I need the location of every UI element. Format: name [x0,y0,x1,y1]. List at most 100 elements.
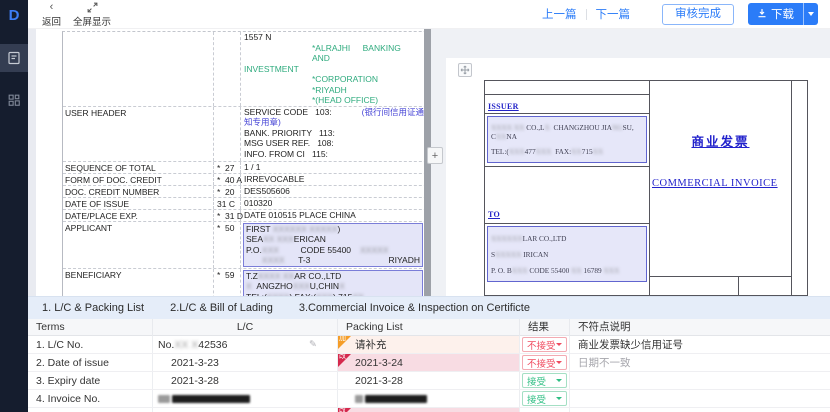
next-doc-link[interactable]: 下一篇 [596,6,631,22]
redacted-text [355,395,363,403]
lc-document: 1557 N*ALRAJHI BANKING ANDINVESTMENT*COR… [62,31,424,296]
topbar: ‹ 返回 全屏显示 上一篇 下一篇 审核完成 [28,0,830,29]
download-dropdown-button[interactable] [803,3,818,25]
lc-doc-field-label: FORM OF DOC. CREDIT [63,174,214,185]
result-select[interactable]: 不接受 [522,337,567,352]
lc-doc-field-value: 010320 [241,198,424,209]
form-document-icon [6,50,22,66]
field-text: IRREVOCABLE [243,174,424,185]
issuer-label: ISSUER [488,102,519,111]
packing-cell: 2021-3-28 [338,372,520,389]
fullscreen-icon [87,2,98,13]
invoice-issuer-box[interactable]: XXXX XX CO.,LX CHANGZHOU JIANGSU, CXXNAT… [487,116,647,163]
tab-2[interactable]: 2.L/C & Bill of Lading [170,302,273,314]
tab-3[interactable]: 3.Commercial Invoice & Inspection on Cer… [299,302,530,314]
lc-doc-field-label: DATE OF ISSUE [63,198,214,209]
packing-cell [338,390,520,407]
lc-doc-field-tag: * 27 [214,162,241,173]
term-cell: 3. Expiry date [28,372,153,389]
result-value: 不接受 [527,338,556,352]
invoice-to-cell: TO [485,167,649,224]
lc-cell: No.XX X42536 ✎ [153,336,338,353]
chevron-down-icon [556,343,562,346]
fullscreen-button[interactable]: 全屏显示 [73,2,111,28]
note-text: 日期不一致 [578,355,631,370]
lc-doc-row: SEQUENCE OF TOTAL* 271 / 1 [63,162,424,174]
lc-cell: 2021-3-23 [153,354,338,371]
redacted-text [365,395,427,403]
back-chevron-icon: ‹ [50,2,54,13]
table-row: 改 [28,408,830,412]
invoice-to-box[interactable]: XXXXXXLAR CO.,LTDSXXXXX IRICANP. O. BXXX… [487,226,647,282]
result-select[interactable]: 不接受 [522,355,567,370]
lc-document-pane[interactable]: 1557 N*ALRAJHI BANKING ANDINVESTMENT*COR… [36,29,424,296]
table-row: 2. Date of issue2021-3-23改2021-3-24不接受日期… [28,354,830,372]
highlighted-field[interactable]: T.ZXXXX XXAR CO.,LTDX ANGZHOXXXU,CHINXTE… [243,270,423,297]
column-header: 结果 [520,319,570,336]
chevron-down-icon [556,379,562,382]
invoice-title-en: COMMERCIAL INVOICE [650,178,791,189]
invoice-no-cell: NO. 2015SDT001 [650,277,739,296]
column-header: 不符点说明 [570,319,830,336]
sidebar-item-documents[interactable] [0,44,28,72]
field-text: 1557 N*ALRAJHI BANKING ANDINVESTMENT*COR… [243,32,424,106]
note-cell[interactable] [570,372,830,389]
lc-text: No.XX X42536 [158,339,227,351]
invoice-page: ISSUER XXXX XX CO.,LX CHANGZHOU JIANGSU,… [446,58,830,296]
download-button[interactable]: 下载 [748,3,803,25]
prev-doc-link[interactable]: 上一篇 [542,6,577,22]
invoice-left-column: ISSUER XXXX XX CO.,LX CHANGZHOU JIANGSU,… [484,80,650,296]
fullscreen-label: 全屏显示 [73,14,111,28]
lc-text: 2021-3-23 [158,357,219,369]
lc-doc-field-value: 1557 N*ALRAJHI BANKING ANDINVESTMENT*COR… [241,32,424,106]
invoice-title-cn: 商业发票 [650,131,791,150]
invoice-line: XXXX XX CO.,LX CHANGZHOU JIANGSU, CXXNA [491,123,643,141]
tab-1[interactable]: 1. L/C & Packing List [42,302,144,314]
invoice-empty-cell [485,81,649,95]
result-select[interactable]: 接受 [522,391,567,406]
packing-text: 请补充 [355,337,387,352]
redacted-text [172,395,250,403]
invoice-pane[interactable]: ISSUER XXXX XX CO.,LX CHANGZHOU JIANGSU,… [431,29,830,296]
highlighted-field[interactable]: FIRST XXXXXX XXXXX)SEAXX XXXERICANP.O. X… [243,223,423,267]
term-cell: 1. L/C No. [28,336,153,353]
note-cell[interactable] [570,390,830,407]
doc-line: 010320 [244,198,424,209]
expand-plus-button[interactable]: + [427,147,443,164]
term-text: 4. Invoice No. [36,393,100,405]
note-cell[interactable]: 商业发票缺少信用证号 [570,336,830,353]
move-handle-icon[interactable] [458,63,472,77]
doc-line: SEAXX XXXERICAN [246,234,420,245]
chevron-down-icon [556,397,562,400]
doc-line: *CORPORATION [312,74,424,85]
field-text: SERVICE CODE 103:(银行间信用证通知专用章)BANK. PRIO… [243,107,424,160]
column-header: Packing List [338,319,520,336]
invoice-title-cell: 商业发票 COMMERCIAL INVOICE [650,131,791,277]
result-select[interactable]: 接受 [522,373,567,388]
result-cell: 不接受 [520,336,570,353]
invoice-issuer-box-cell: XXXX XX CO.,LX CHANGZHOU JIANGSU, CXXNAT… [485,114,649,167]
document-area: 1557 N*ALRAJHI BANKING ANDINVESTMENT*COR… [28,29,830,296]
redacted-text [158,395,170,403]
result-cell: 接受 [520,372,570,389]
lc-doc-field-label: BENEFICIARY [63,269,214,297]
field-text: 1 / 1 [243,162,424,173]
packing-cell: 改2021-3-24 [338,354,520,371]
back-button[interactable]: ‹ 返回 [42,2,61,28]
review-complete-button[interactable]: 审核完成 [662,4,734,25]
comparison-table-header: TermsL/CPacking List结果不符点说明 [28,319,830,336]
invoice-right-column: 商业发票 COMMERCIAL INVOICE NO. 2015SDT001 D… [650,80,792,296]
table-row: 3. Expiry date2021-3-282021-3-28接受 [28,372,830,390]
field-text: 010320 [243,198,424,209]
note-cell[interactable]: 日期不一致 [570,354,830,371]
edit-icon[interactable]: ✎ [309,339,317,350]
doc-line: INVESTMENT [244,64,424,75]
note-cell[interactable] [570,408,830,412]
sidebar-item-apps[interactable] [0,86,28,114]
packing-text: 2021-3-24 [355,357,403,369]
doc-line: IRREVOCABLE [244,174,424,185]
lc-doc-field-value: DATE 010515 PLACE CHINA [241,210,424,221]
download-split-button: 下载 [748,3,818,25]
back-label: 返回 [42,14,61,28]
download-label: 下载 [771,6,794,22]
